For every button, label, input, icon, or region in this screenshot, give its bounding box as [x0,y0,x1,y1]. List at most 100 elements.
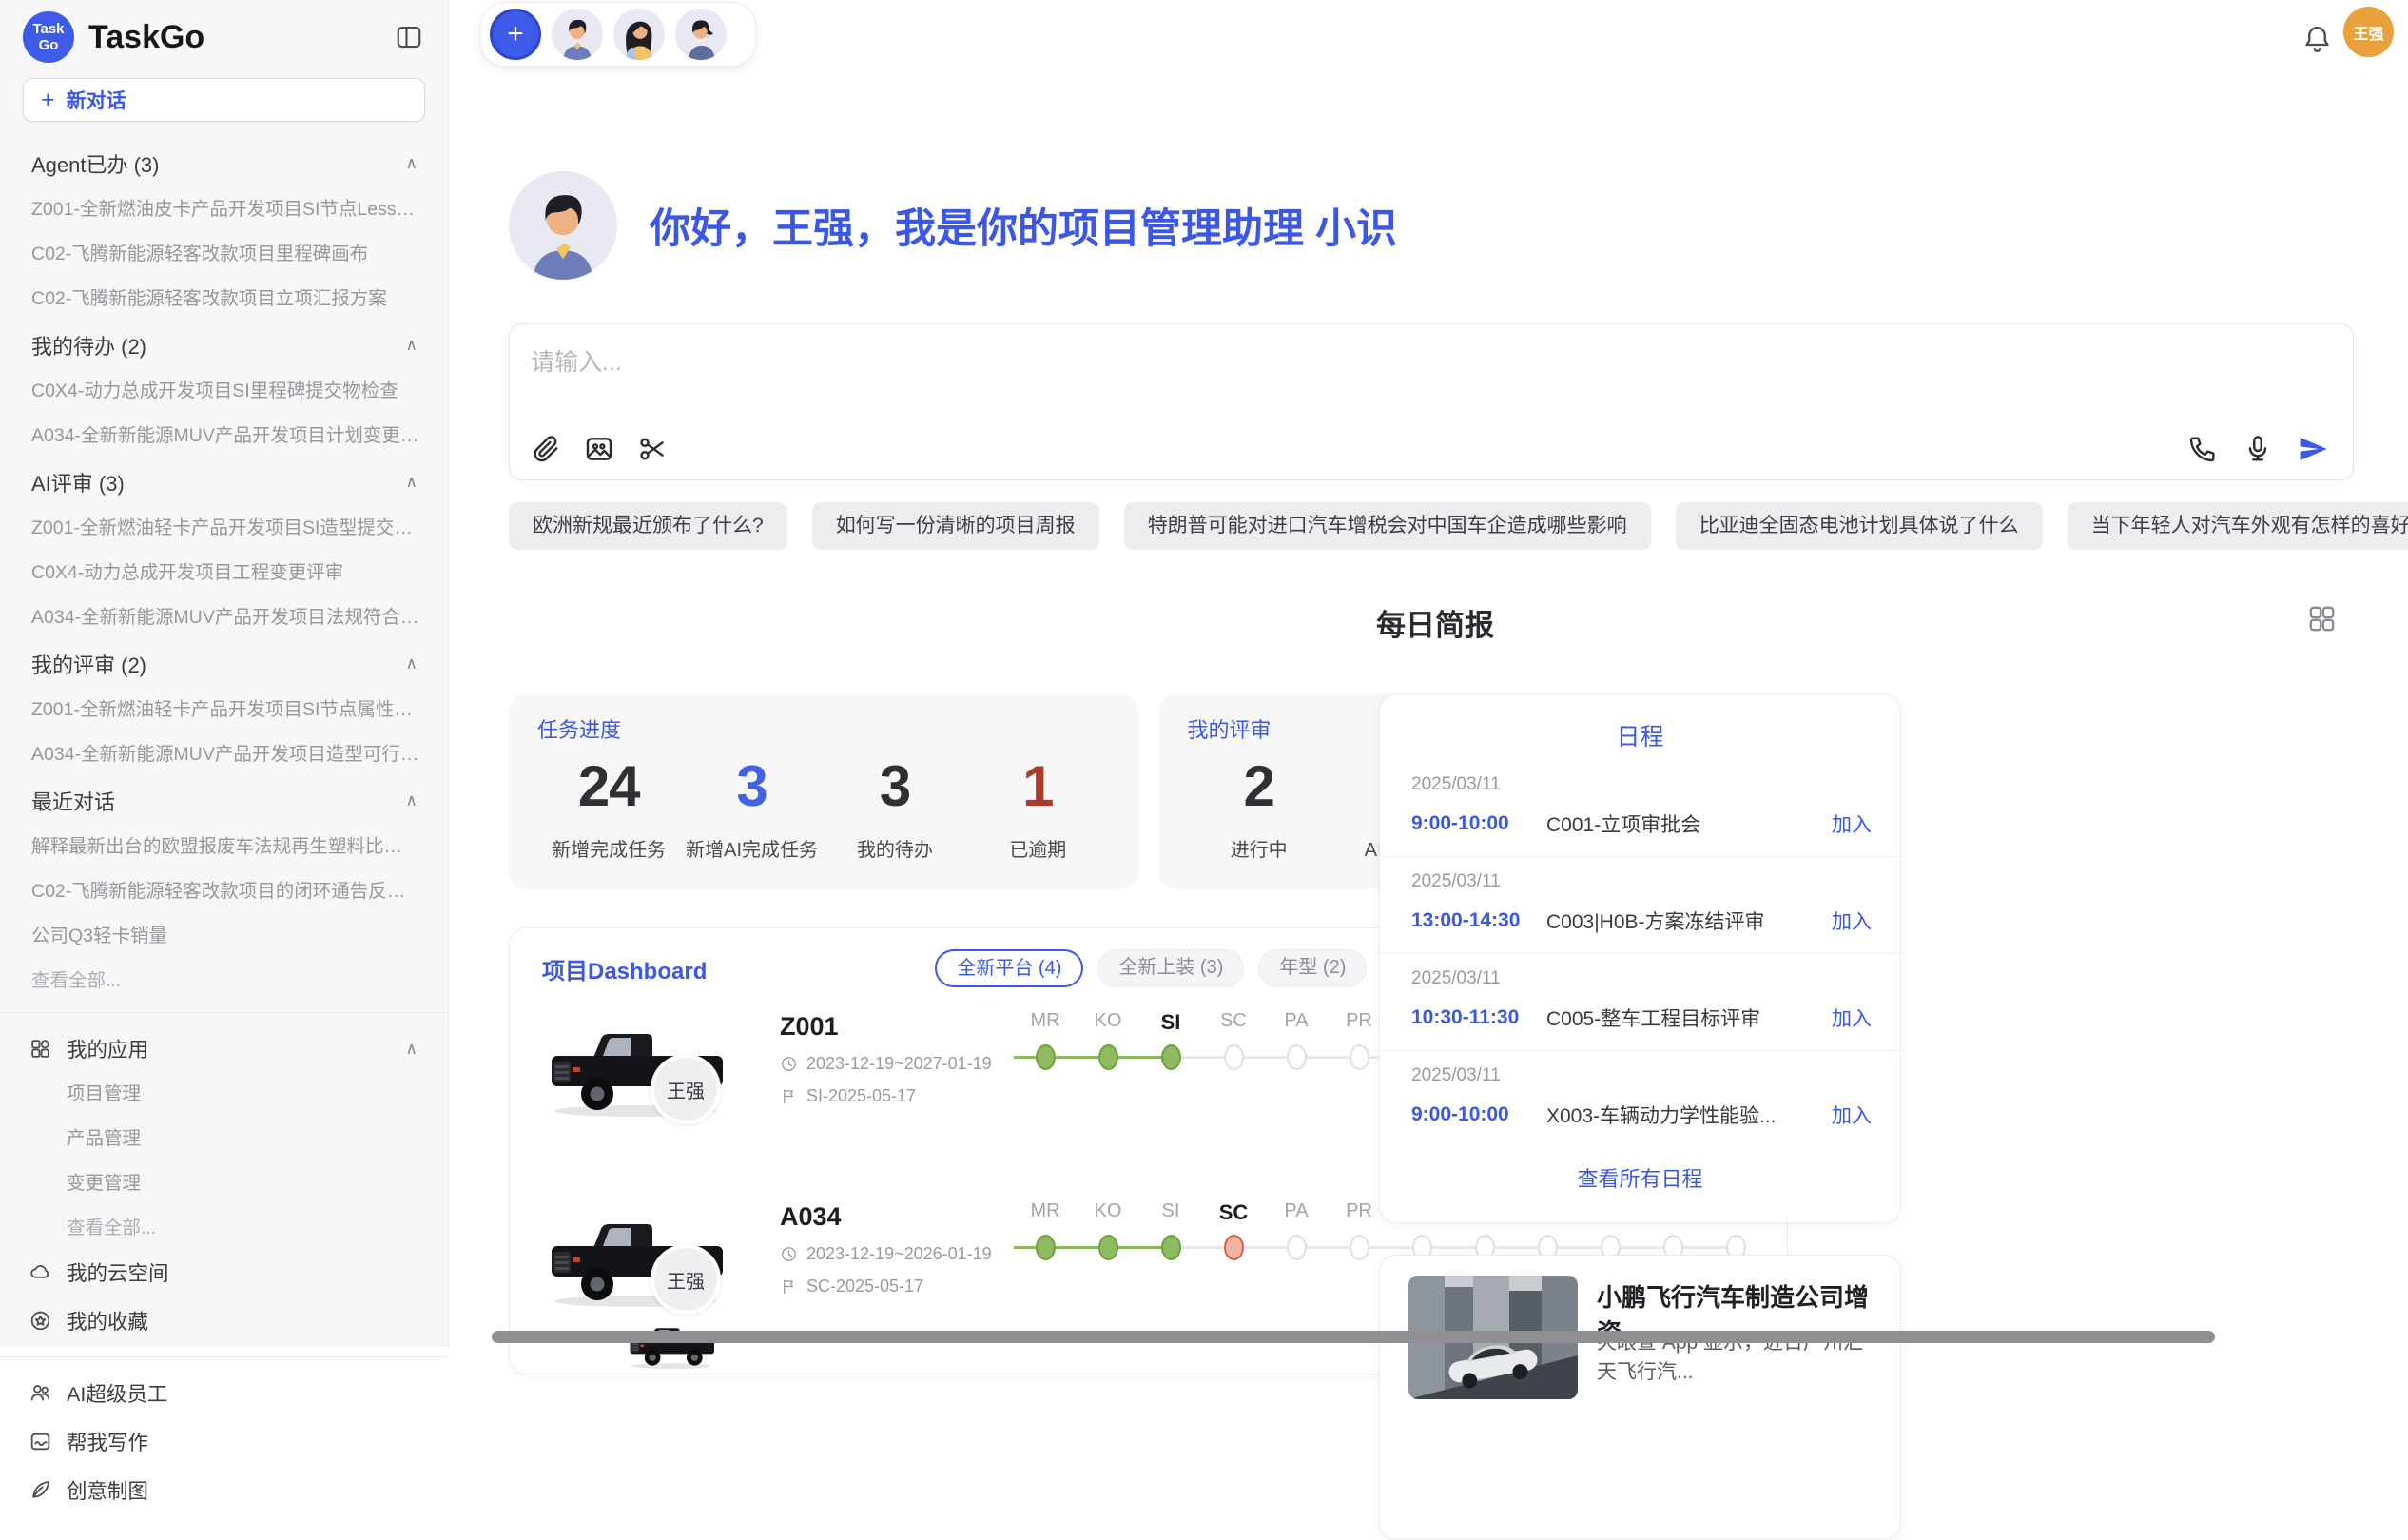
write-icon [29,1430,52,1453]
dashboard-tab[interactable]: 全新平台 (4) [935,949,1083,987]
sidebar-item[interactable]: C02-飞腾新能源轻客改款项目立项汇报方案 [0,274,448,319]
dashboard-tab[interactable]: 全新上装 (3) [1097,949,1244,987]
sidebar-item[interactable]: Z001-全新燃油轻卡产品开发项目SI造型提交物评审 [0,503,448,548]
sidebar-collapse-icon[interactable] [395,23,423,51]
microphone-icon[interactable] [2243,434,2273,464]
join-button[interactable]: 加入 [1832,1004,1872,1032]
milestone-label: MR [1014,1010,1077,1035]
sidebar-item[interactable]: C02-飞腾新能源轻客改款项目里程碑画布 [0,229,448,274]
screenshot-scissors-icon[interactable] [637,434,668,464]
sidebar-item-my-apps[interactable]: 我的应用 ∧ [0,1024,448,1069]
schedule-title: 日程 [1380,718,1900,752]
sidebar-tool-pen[interactable]: 创意制图 [0,1466,448,1514]
dashboard-tab[interactable]: 年型 (2) [1258,949,1367,987]
sidebar-link-star[interactable]: 我的收藏 [0,1296,448,1345]
schedule-event-title: X003-车辆动力学性能验... [1546,1101,1820,1129]
plus-icon: + [41,87,55,114]
suggestion-chip[interactable]: 当下年轻人对汽车外观有怎样的喜好趋势 [2068,502,2408,550]
chevron-up-icon: ∧ [406,791,418,810]
sidebar-item[interactable]: 查看全部... [0,956,448,1001]
suggestion-chip[interactable]: 特朗普可能对进口汽车增税会对中国车企造成哪些影响 [1124,502,1651,550]
milestone-label: SC [1202,1200,1265,1225]
milestone-dot [1036,1235,1056,1260]
sidebar-link-cloud[interactable]: 我的云空间 [0,1248,448,1296]
join-button[interactable]: 加入 [1832,906,1872,935]
sidebar-tool-people[interactable]: AI超级员工 [0,1369,448,1417]
horizontal-scrollbar[interactable] [492,1331,2215,1343]
stat-value: 3 [824,753,966,819]
suggestion-chip[interactable]: 如何写一份清晰的项目周报 [812,502,1099,550]
sidebar-app-item[interactable]: 产品管理 [0,1114,448,1159]
agent-avatar-1[interactable] [552,9,603,60]
sidebar-section-header[interactable]: Agent已办 (3)∧ [0,137,448,185]
agent-avatar-2[interactable] [613,9,665,60]
project-dates: 2023-12-19~2026-01-19 [780,1244,992,1264]
sidebar-app-item[interactable]: 变更管理 [0,1159,448,1203]
schedule-card: 日程 2025/03/119:00-10:00C001-立项审批会加入2025/… [1379,694,1901,1223]
owner-badge: 王强 [651,1054,721,1124]
sidebar-item[interactable]: 公司Q3轻卡销量 [0,911,448,956]
apps-sublist: 项目管理产品管理变更管理查看全部... [0,1069,448,1248]
sidebar-item[interactable]: A034-全新新能源MUV产品开发项目法规符合性评审 [0,593,448,637]
schedule-time: 9:00-10:00 [1411,812,1546,835]
sidebar-app-item[interactable]: 查看全部... [0,1203,448,1248]
section-title: Agent已办 (3) [31,148,160,179]
schedule-date: 2025/03/11 [1411,871,1872,892]
flag-icon [780,1087,798,1105]
sidebar-item[interactable]: C0X4-动力总成开发项目工程变更评审 [0,548,448,593]
add-agent-button[interactable]: + [490,9,541,60]
sidebar-item[interactable]: C0X4-动力总成开发项目SI里程碑提交物检查 [0,366,448,411]
news-card[interactable]: 小鹏飞行汽车制造公司增资 天眼查 App 显示，近日广州汇天飞行汽... [1379,1255,1901,1540]
owner-badge: 王强 [651,1244,721,1315]
chat-input[interactable] [531,349,1672,377]
stat-value: 3 [680,753,823,819]
stat-card-title: 任务进度 [537,713,1110,744]
sidebar-item[interactable]: A034-全新新能源MUV产品开发项目造型可行性评审 [0,730,448,774]
view-all-schedule-link[interactable]: 查看所有日程 [1380,1162,1900,1193]
project-row-peek [609,1316,734,1372]
notifications-bell-icon[interactable] [2301,24,2333,55]
sidebar-item[interactable]: Z001-全新燃油皮卡产品开发项目SI节点Lesson Learn报告 [0,185,448,229]
layout-grid-icon[interactable] [2306,603,2338,634]
milestone-label: SI [1139,1200,1202,1225]
sidebar-item[interactable]: C02-飞腾新能源轻客改款项目的闭环通告反馈情况 [0,867,448,911]
sidebar-item[interactable]: Z001-全新燃油轻卡产品开发项目SI节点属性5D文件评审 [0,685,448,730]
milestone-dot [1161,1235,1181,1260]
sidebar-section-header[interactable]: 最近对话∧ [0,774,448,822]
project-code: Z001 [780,1012,992,1042]
project-dates: 2023-12-19~2027-01-19 [780,1054,992,1074]
new-chat-button[interactable]: + 新对话 [23,78,425,122]
sidebar-section-header[interactable]: 我的评审 (2)∧ [0,637,448,685]
image-upload-icon[interactable] [584,434,614,464]
milestone-label: PA [1265,1010,1328,1035]
user-avatar[interactable]: 王强 [2343,7,2394,57]
join-button[interactable]: 加入 [1832,809,1872,838]
voice-call-icon[interactable] [2187,434,2218,464]
schedule-date: 2025/03/11 [1411,774,1872,795]
sidebar-section-header[interactable]: AI评审 (3)∧ [0,456,448,503]
clock-icon [780,1245,798,1263]
schedule-event-title: C005-整车工程目标评审 [1546,1004,1820,1032]
schedule-event-title: C001-立项审批会 [1546,809,1820,838]
link-label: AI超级员工 [67,1378,167,1408]
milestone-dot [1224,1044,1244,1070]
attachment-icon[interactable] [531,434,561,464]
send-icon[interactable] [2298,434,2328,464]
chevron-up-icon: ∧ [406,1040,418,1059]
schedule-item: 2025/03/11 9:00-10:00C001-立项审批会加入 [1380,760,1900,857]
sidebar-item[interactable]: A034-全新新能源MUV产品开发项目计划变更表编写 [0,411,448,456]
sidebar-app-item[interactable]: 项目管理 [0,1069,448,1114]
join-button[interactable]: 加入 [1832,1101,1872,1129]
agent-avatar-3[interactable] [675,9,727,60]
sidebar-section-header[interactable]: 我的待办 (2)∧ [0,319,448,366]
sidebar-tool-write[interactable]: 帮我写作 [0,1417,448,1466]
logo-text-bottom: Go [39,37,59,53]
chevron-up-icon: ∧ [406,473,418,492]
suggestion-chip[interactable]: 比亚迪全固态电池计划具体说了什么 [1676,502,2043,550]
suggestion-chip[interactable]: 欧洲新规最近颁布了什么? [509,502,787,550]
link-label: 创意制图 [67,1475,148,1505]
sidebar-item[interactable]: 解释最新出台的欧盟报废车法规再生塑料比例被调至15%... [0,822,448,867]
project-info: Z0012023-12-19~2027-01-19SI-2025-05-17 [780,1012,992,1106]
stat-item: 3我的待办 [824,753,966,862]
plus-icon: + [507,18,524,50]
